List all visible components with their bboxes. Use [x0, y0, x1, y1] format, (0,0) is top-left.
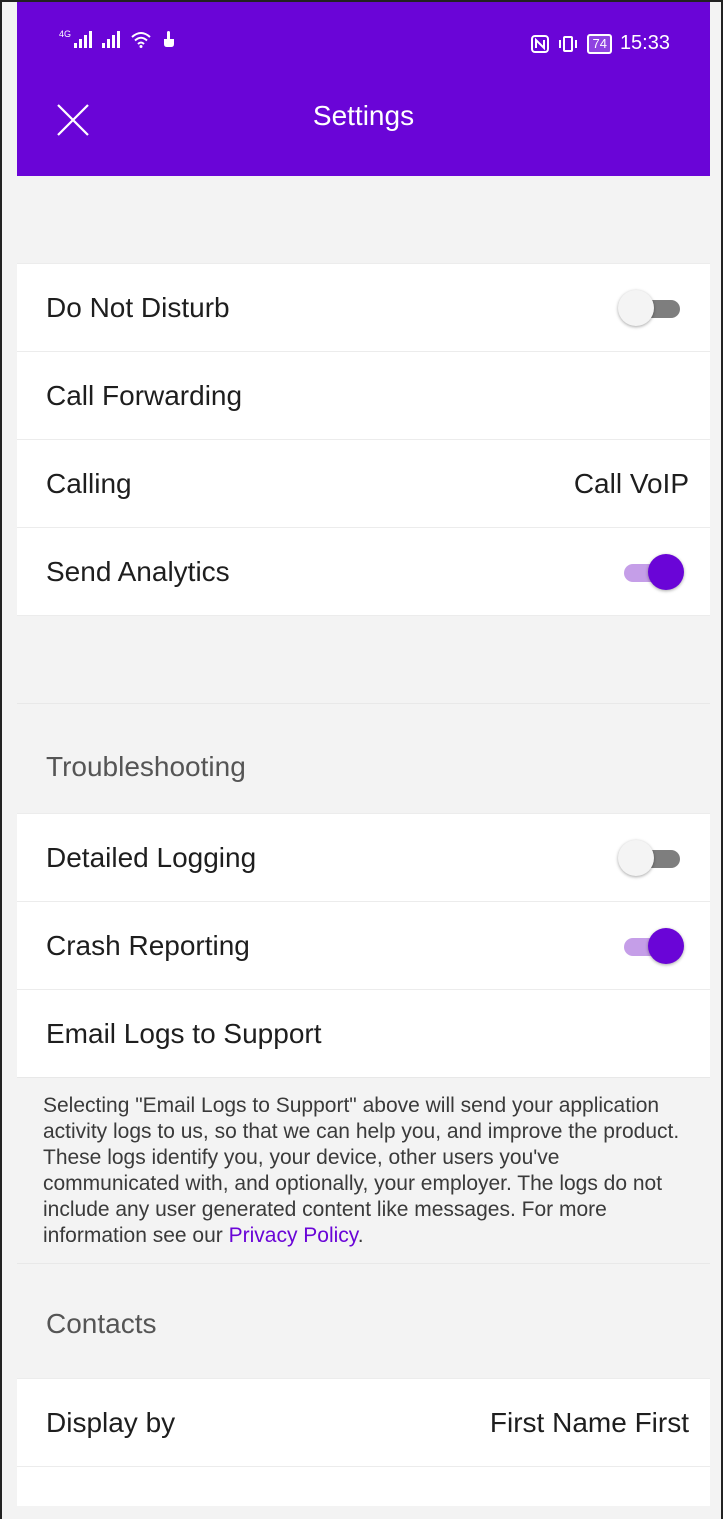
troubleshooting-heading: Troubleshooting — [46, 751, 246, 782]
email-logs-label: Email Logs to Support — [46, 1017, 322, 1049]
status-right-icons: 74 15:33 — [531, 32, 670, 55]
settings-list: Do Not Disturb Call Forwarding Calling C… — [17, 176, 710, 1506]
do-not-disturb-toggle[interactable] — [618, 288, 682, 328]
logs-info-suffix: . — [357, 1224, 364, 1247]
send-analytics-row[interactable]: Send Analytics — [17, 527, 710, 615]
status-bar: 4G 74 15:33 — [17, 2, 710, 82]
settings-screen: 4G 74 15:33 Settings Do Not Disturb Call… — [0, 0, 723, 1519]
send-analytics-toggle[interactable] — [622, 552, 684, 592]
status-left-icons: 4G — [59, 30, 176, 48]
app-header: 4G 74 15:33 Settings — [17, 2, 710, 176]
next-row-partial — [17, 1466, 710, 1506]
calling-label: Calling — [46, 467, 132, 499]
nfc-icon — [531, 34, 550, 53]
privacy-policy-link[interactable]: Privacy Policy — [229, 1224, 358, 1247]
contacts-heading: Contacts — [46, 1308, 157, 1339]
vibrate-icon — [559, 35, 578, 52]
second-signal-icon — [102, 30, 121, 48]
troubleshooting-section-header: Troubleshooting — [17, 703, 710, 813]
calling-value: Call VoIP — [573, 467, 689, 499]
do-not-disturb-row[interactable]: Do Not Disturb — [17, 263, 710, 351]
crash-reporting-label: Crash Reporting — [46, 929, 250, 961]
detailed-logging-toggle[interactable] — [618, 838, 682, 878]
detailed-logging-label: Detailed Logging — [46, 841, 257, 873]
call-forwarding-label: Call Forwarding — [46, 379, 243, 411]
clock: 15:33 — [619, 32, 670, 54]
do-not-disturb-label: Do Not Disturb — [46, 291, 230, 323]
calling-row[interactable]: Calling Call VoIP — [17, 439, 710, 527]
crash-reporting-toggle[interactable] — [622, 926, 684, 966]
top-spacer — [17, 176, 710, 263]
network-type-label: 4G — [59, 29, 72, 39]
cellular-signal-icon: 4G — [59, 29, 93, 48]
display-by-row[interactable]: Display by First Name First — [17, 1378, 710, 1466]
mid-spacer — [17, 615, 710, 703]
detailed-logging-row[interactable]: Detailed Logging — [17, 813, 710, 901]
page-title: Settings — [312, 100, 415, 131]
call-forwarding-row[interactable]: Call Forwarding — [17, 351, 710, 439]
send-analytics-label: Send Analytics — [46, 555, 230, 587]
battery-icon: 74 — [587, 33, 612, 54]
display-by-value: First Name First — [489, 1406, 689, 1438]
crash-reporting-row[interactable]: Crash Reporting — [17, 901, 710, 989]
display-by-label: Display by — [46, 1406, 176, 1438]
email-logs-row[interactable]: Email Logs to Support — [17, 989, 710, 1077]
hand-pointer-icon — [164, 31, 175, 47]
logs-info-text: Selecting "Email Logs to Support" above … — [17, 1077, 710, 1263]
contacts-section-header: Contacts — [17, 1263, 710, 1378]
wifi-icon — [131, 32, 151, 48]
